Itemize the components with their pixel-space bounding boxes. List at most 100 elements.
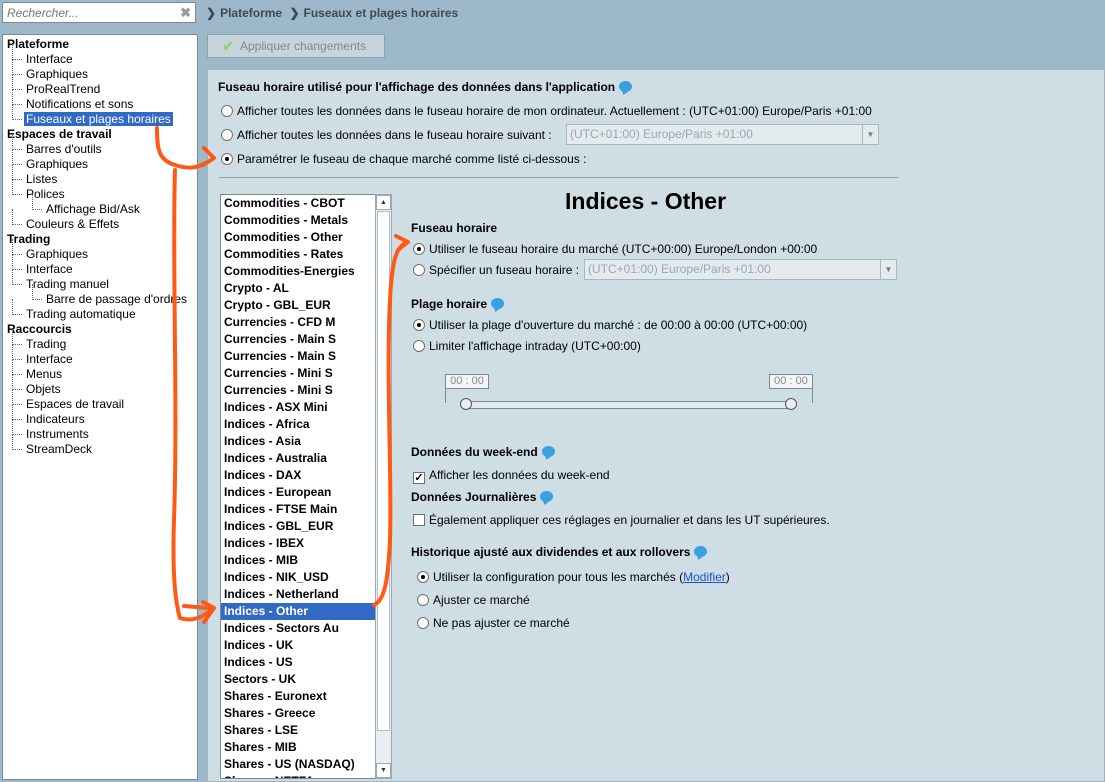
tree-item[interactable]: Espaces de travail [3, 389, 197, 412]
help-bubble-icon[interactable] [619, 81, 633, 92]
slider-end-handle[interactable] [785, 398, 797, 410]
market-list-item[interactable]: Shares - LSE [221, 722, 390, 739]
tree-item[interactable]: Notifications et sons [3, 89, 197, 112]
history-option-no-adjust[interactable]: Ne pas ajuster ce marché [417, 614, 570, 632]
tree-item[interactable]: Interface [3, 344, 197, 367]
tree-item[interactable]: Interface [3, 254, 197, 277]
tree-item[interactable]: Indicateurs [3, 404, 197, 427]
market-list-item[interactable]: Indices - Australia [221, 450, 390, 467]
history-option-global[interactable]: Utiliser la configuration pour tous les … [417, 568, 730, 586]
market-list-item[interactable]: Indices - NIK_USD [221, 569, 390, 586]
time-range-slider-track[interactable] [467, 401, 791, 409]
market-list-item[interactable]: Indices - US [221, 654, 390, 671]
market-list-item[interactable]: Indices - GBL_EUR [221, 518, 390, 535]
tree-item[interactable]: Raccourcis [3, 322, 197, 337]
market-list-item[interactable]: Commodities - Other [221, 229, 390, 246]
market-list-item[interactable]: Currencies - Mini S [221, 382, 390, 399]
chevron-down-icon[interactable]: ▼ [880, 260, 896, 279]
tree-item[interactable]: Graphiques [3, 59, 197, 82]
tree-item[interactable]: Trading automatique [3, 299, 197, 322]
tz-option-market[interactable]: Utiliser le fuseau horaire du marché (UT… [413, 240, 817, 258]
hours-option-limit[interactable]: Limiter l'affichage intraday (UTC+00:00) [413, 337, 641, 355]
hours-option-market[interactable]: Utiliser la plage d'ouverture du marché … [413, 316, 807, 334]
clear-icon[interactable]: ✖ [180, 5, 191, 21]
market-list-item[interactable]: Shares - US (NASDAQ) [221, 756, 390, 773]
market-list-item[interactable]: Indices - European [221, 484, 390, 501]
market-list-item[interactable]: Indices - Asia [221, 433, 390, 450]
scroll-down-icon[interactable]: ▼ [376, 763, 391, 778]
global-option-computer[interactable]: Afficher toutes les données dans le fuse… [221, 102, 872, 120]
tree-item[interactable]: Plateforme [3, 37, 197, 52]
market-list-item[interactable]: Indices - Sectors Au [221, 620, 390, 637]
help-bubble-icon[interactable] [541, 446, 555, 457]
radio-per-market-tz[interactable] [221, 153, 233, 165]
tree-item[interactable]: Menus [3, 359, 197, 382]
market-list-item[interactable]: Indices - UK [221, 637, 390, 654]
radio-history-global[interactable] [417, 571, 429, 583]
market-list-item[interactable]: Crypto - AL [221, 280, 390, 297]
market-list-item[interactable]: Indices - FTSE Main [221, 501, 390, 518]
market-list-item[interactable]: Commodities - Rates [221, 246, 390, 263]
tz-option-specify[interactable]: Spécifier un fuseau horaire : [413, 261, 579, 279]
market-list-scrollbar[interactable]: ▲ ▼ [375, 194, 392, 779]
history-option-adjust[interactable]: Ajuster ce marché [417, 591, 530, 609]
global-option-per-market[interactable]: Paramétrer le fuseau de chaque marché co… [221, 150, 587, 168]
market-list-item[interactable]: Indices - DAX [221, 467, 390, 484]
radio-history-no-adjust[interactable] [417, 617, 429, 629]
market-list-item[interactable]: Currencies - Main S [221, 331, 390, 348]
tree-item[interactable]: Barres d'outils [3, 134, 197, 157]
weekend-checkbox[interactable]: ✓ [413, 472, 425, 484]
chevron-down-icon[interactable]: ▼ [862, 125, 878, 144]
market-list-item[interactable]: Indices - ASX Mini [221, 399, 390, 416]
tree-item[interactable]: Fuseaux et plages horaires [3, 104, 197, 127]
market-list-item[interactable]: Currencies - CFD M [221, 314, 390, 331]
radio-limit-hours[interactable] [413, 340, 425, 352]
scroll-up-icon[interactable]: ▲ [376, 195, 391, 210]
tree-item[interactable]: Barre de passage d'ordres [3, 284, 197, 307]
market-list-item[interactable]: Commodities - Metals [221, 212, 390, 229]
tree-item[interactable]: Trading [3, 329, 197, 352]
tree-item[interactable]: Affichage Bid/Ask [3, 194, 197, 217]
radio-computer-tz[interactable] [221, 105, 233, 117]
tree-item[interactable]: Instruments [3, 419, 197, 442]
market-list-item[interactable]: Indices - MIB [221, 552, 390, 569]
apply-changes-button[interactable]: ✔ Appliquer changements [207, 34, 385, 58]
market-list-item[interactable]: Shares - MIB [221, 739, 390, 756]
market-list-item[interactable]: Commodities-Energies [221, 263, 390, 280]
market-list-item[interactable]: Indices - Netherland [221, 586, 390, 603]
market-list-item[interactable]: Shares - Greece [221, 705, 390, 722]
tree-item[interactable]: Couleurs & Effets [3, 209, 197, 232]
daily-option[interactable]: Également appliquer ces réglages en jour… [413, 511, 830, 529]
tree-item[interactable]: Objets [3, 374, 197, 397]
tree-item[interactable]: Interface [3, 44, 197, 67]
tree-item[interactable]: Trading [3, 232, 197, 247]
slider-end-time[interactable]: 00 : 00 [769, 374, 813, 389]
market-timezone-select[interactable]: (UTC+01:00) Europe/Paris +01:00 ▼ [584, 259, 897, 280]
market-list[interactable]: Commodities - CBOT Commodities - Metals Co… [220, 194, 391, 779]
search-box[interactable]: ✖ [2, 2, 196, 23]
tree-item[interactable]: Graphiques [3, 149, 197, 172]
tree-item[interactable]: StreamDeck [3, 434, 197, 457]
tree-item[interactable]: Graphiques [3, 239, 197, 262]
market-list-item[interactable]: Commodities - CBOT [221, 195, 390, 212]
radio-specify-tz[interactable] [413, 264, 425, 276]
market-list-item[interactable]: Shares - Euronext [221, 688, 390, 705]
help-bubble-icon[interactable] [491, 298, 505, 309]
help-bubble-icon[interactable] [540, 491, 554, 502]
daily-checkbox[interactable] [413, 514, 425, 526]
market-list-item[interactable]: Indices - Other [221, 603, 390, 620]
radio-market-hours[interactable] [413, 319, 425, 331]
global-timezone-select[interactable]: (UTC+01:00) Europe/Paris +01:00 ▼ [566, 124, 879, 145]
help-bubble-icon[interactable] [694, 546, 708, 557]
modify-link[interactable]: Modifier [683, 570, 726, 584]
market-list-item[interactable]: Currencies - Main S [221, 348, 390, 365]
breadcrumb-item-plateforme[interactable]: Plateforme [220, 6, 282, 20]
slider-start-handle[interactable] [460, 398, 472, 410]
global-option-specific[interactable]: Afficher toutes les données dans le fuse… [221, 126, 552, 144]
scroll-thumb[interactable] [377, 211, 390, 731]
market-list-item[interactable]: Indices - Africa [221, 416, 390, 433]
market-list-item[interactable]: Crypto - GBL_EUR [221, 297, 390, 314]
market-list-item[interactable]: Currencies - Mini S [221, 365, 390, 382]
radio-market-tz[interactable] [413, 243, 425, 255]
search-input[interactable] [3, 3, 173, 22]
